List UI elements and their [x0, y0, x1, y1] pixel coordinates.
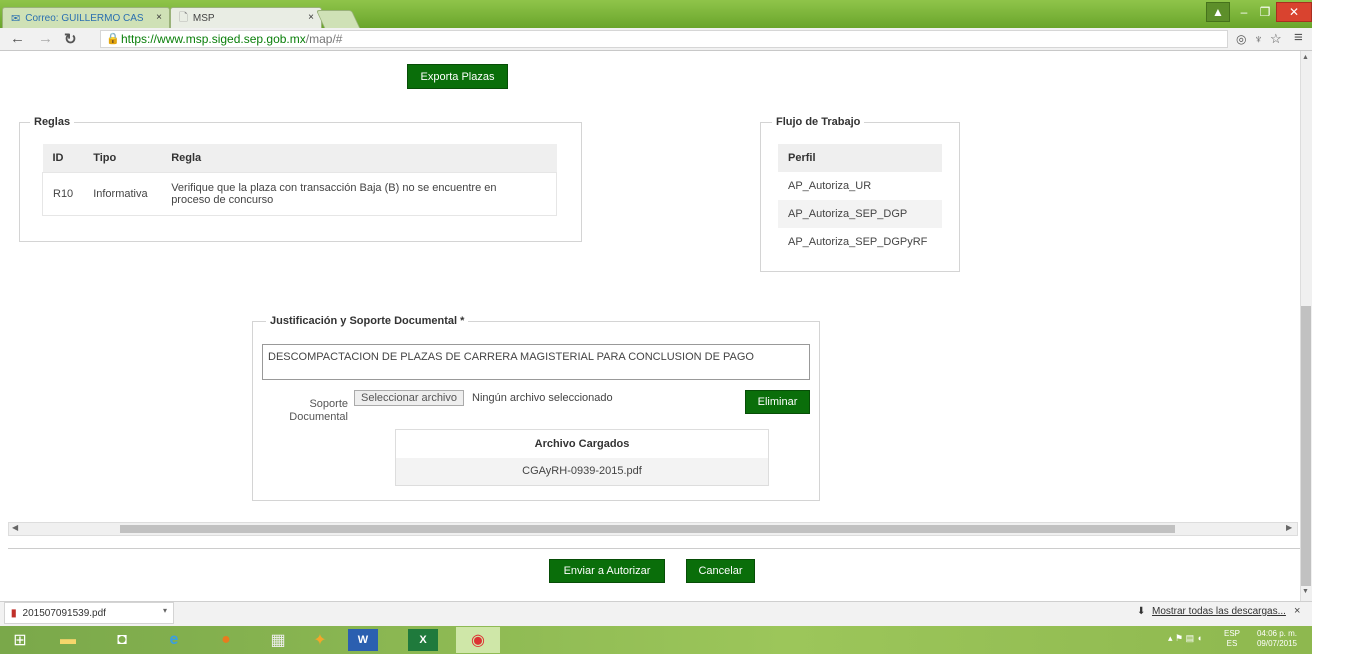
reload-icon[interactable]: ↻: [64, 30, 77, 48]
calculator-icon[interactable]: ▦: [260, 628, 296, 652]
close-icon[interactable]: ×: [1294, 605, 1300, 617]
close-icon[interactable]: ×: [308, 12, 314, 23]
uploaded-files-table: Archivo Cargados CGAyRH-0939-2015.pdf: [395, 429, 769, 486]
col-archivos: Archivo Cargados: [395, 429, 769, 458]
lang-line: ESP: [1223, 629, 1240, 638]
extension-icon[interactable]: ♆: [1254, 32, 1263, 46]
close-icon[interactable]: ×: [156, 12, 162, 23]
table-row: AP_Autoriza_UR: [778, 172, 942, 200]
support-label-line: Documental: [289, 411, 348, 423]
star-icon[interactable]: ☆: [1270, 31, 1282, 47]
downloads-bar: [0, 601, 1312, 626]
col-perfil: Perfil: [778, 144, 942, 172]
url-path: /map/#: [305, 32, 343, 46]
download-filename: 201507091539.pdf: [22, 607, 106, 619]
uploaded-file[interactable]: CGAyRH-0939-2015.pdf: [396, 458, 769, 486]
back-icon[interactable]: ←: [10, 30, 25, 47]
delete-button[interactable]: Eliminar: [745, 390, 810, 414]
profile-item: AP_Autoriza_SEP_DGP: [788, 208, 908, 220]
scroll-up-icon[interactable]: ▲: [1302, 54, 1309, 61]
send-authorize-button[interactable]: Enviar a Autorizar: [549, 559, 665, 583]
download-item[interactable]: ▮ 201507091539.pdf ▾: [4, 602, 174, 624]
table-row: CGAyRH-0939-2015.pdf: [395, 457, 769, 486]
table-row: R10 Informativa Verifique que la plaza c…: [42, 172, 557, 215]
window-close-icon[interactable]: ✕: [1276, 2, 1312, 22]
rule-type: Informativa: [93, 187, 148, 200]
file-explorer-icon[interactable]: ▬: [50, 628, 86, 652]
windows-start-icon[interactable]: ⊞: [2, 628, 38, 652]
tab-label: Correo: GUILLERMO CAST: [25, 13, 144, 24]
menu-icon[interactable]: ≡: [1294, 29, 1303, 46]
minimize-icon[interactable]: –: [1234, 2, 1254, 22]
justification-legend: Justificación y Soporte Documental *: [266, 315, 469, 327]
profile-item: AP_Autoriza_UR: [788, 180, 872, 192]
tab-correo[interactable]: ✉ Correo: GUILLERMO CAST ×: [2, 7, 170, 29]
user-icon[interactable]: ▲: [1206, 2, 1230, 22]
rules-legend: Reglas: [30, 116, 75, 128]
show-all-downloads-link[interactable]: Mostrar todas las descargas...: [1152, 606, 1286, 617]
url-scheme: https://: [121, 32, 158, 46]
horizontal-scroll-thumb[interactable]: [120, 525, 1175, 533]
address-bar[interactable]: 🔒 https://www.msp.siged.sep.gob.mx/map/#: [100, 30, 1228, 48]
tab-msp[interactable]: 🗋 MSP ×: [170, 7, 322, 29]
store-icon[interactable]: ◘: [104, 628, 140, 652]
clock-date: 09/07/2015: [1256, 639, 1298, 648]
chrome-icon[interactable]: ◉: [456, 627, 500, 653]
lang-line: ES: [1226, 639, 1238, 648]
rule-text-line: Verifique que la plaza con transacción B…: [171, 181, 497, 194]
workflow-table: Perfil AP_Autoriza_UR AP_Autoriza_SEP_DG…: [778, 144, 942, 256]
table-row: AP_Autoriza_SEP_DGP: [778, 200, 942, 228]
col-id: ID: [42, 144, 84, 172]
rules-header-row: ID Tipo Regla: [42, 144, 557, 172]
internet-explorer-icon[interactable]: e: [156, 628, 192, 652]
firefox-icon[interactable]: ●: [208, 628, 244, 652]
choose-file-button[interactable]: Seleccionar archivo: [354, 390, 464, 406]
profile-item: AP_Autoriza_SEP_DGPyRF: [788, 236, 928, 248]
rule-text-line: proceso de concurso: [171, 193, 274, 206]
col-tipo: Tipo: [83, 144, 162, 172]
col-regla: Regla: [161, 144, 557, 172]
rule-text: Verifique que la plaza con transacción B…: [161, 172, 556, 215]
rule-id: R10: [53, 187, 74, 200]
pdf-icon: ▮: [11, 607, 17, 619]
windows-taskbar: [0, 626, 1312, 654]
clock[interactable]: 04:06 p. m. 09/07/2015: [1248, 629, 1306, 649]
workflow-legend: Flujo de Trabajo: [772, 116, 865, 128]
tray-icons[interactable]: ▴ ⚑ ▤ ◖: [1168, 633, 1202, 644]
rules-table: ID Tipo Regla R10 Informativa Verifique …: [42, 144, 557, 216]
excel-icon[interactable]: X: [408, 629, 438, 651]
justification-textarea[interactable]: DESCOMPACTACION DE PLAZAS DE CARRERA MAG…: [262, 344, 810, 380]
scroll-left-icon[interactable]: ◀: [12, 523, 18, 532]
file-status: Ningún archivo seleccionado: [472, 392, 613, 404]
lock-icon: 🔒: [106, 33, 120, 45]
url-host: www.msp.siged.sep.gob.mx: [157, 32, 306, 46]
export-plazas-button[interactable]: Exporta Plazas: [407, 64, 508, 89]
restore-icon[interactable]: ❐: [1254, 2, 1276, 22]
scroll-right-icon[interactable]: ▶: [1286, 523, 1292, 532]
mail-icon: ✉: [11, 13, 21, 25]
scroll-down-icon[interactable]: ▼: [1302, 588, 1309, 595]
cancel-button[interactable]: Cancelar: [686, 559, 755, 583]
download-icon: ⬇: [1137, 606, 1146, 617]
divider: [8, 548, 1300, 549]
shield-icon[interactable]: ◎: [1236, 32, 1246, 46]
fox-app-icon[interactable]: ✦: [302, 628, 338, 652]
support-label: Soporte: [300, 398, 348, 411]
vertical-scroll-thumb[interactable]: [1301, 306, 1311, 586]
chevron-down-icon[interactable]: ▾: [163, 606, 167, 615]
table-row: AP_Autoriza_SEP_DGPyRF: [778, 228, 942, 256]
clock-time: 04:06 p. m.: [1256, 629, 1298, 638]
forward-icon[interactable]: →: [38, 30, 53, 47]
support-label-line: Soporte: [309, 398, 348, 410]
page-icon: 🗋: [179, 12, 188, 24]
tab-label: MSP: [192, 13, 215, 24]
word-icon[interactable]: W: [348, 629, 378, 651]
language-indicator[interactable]: ESP ES: [1222, 629, 1242, 649]
